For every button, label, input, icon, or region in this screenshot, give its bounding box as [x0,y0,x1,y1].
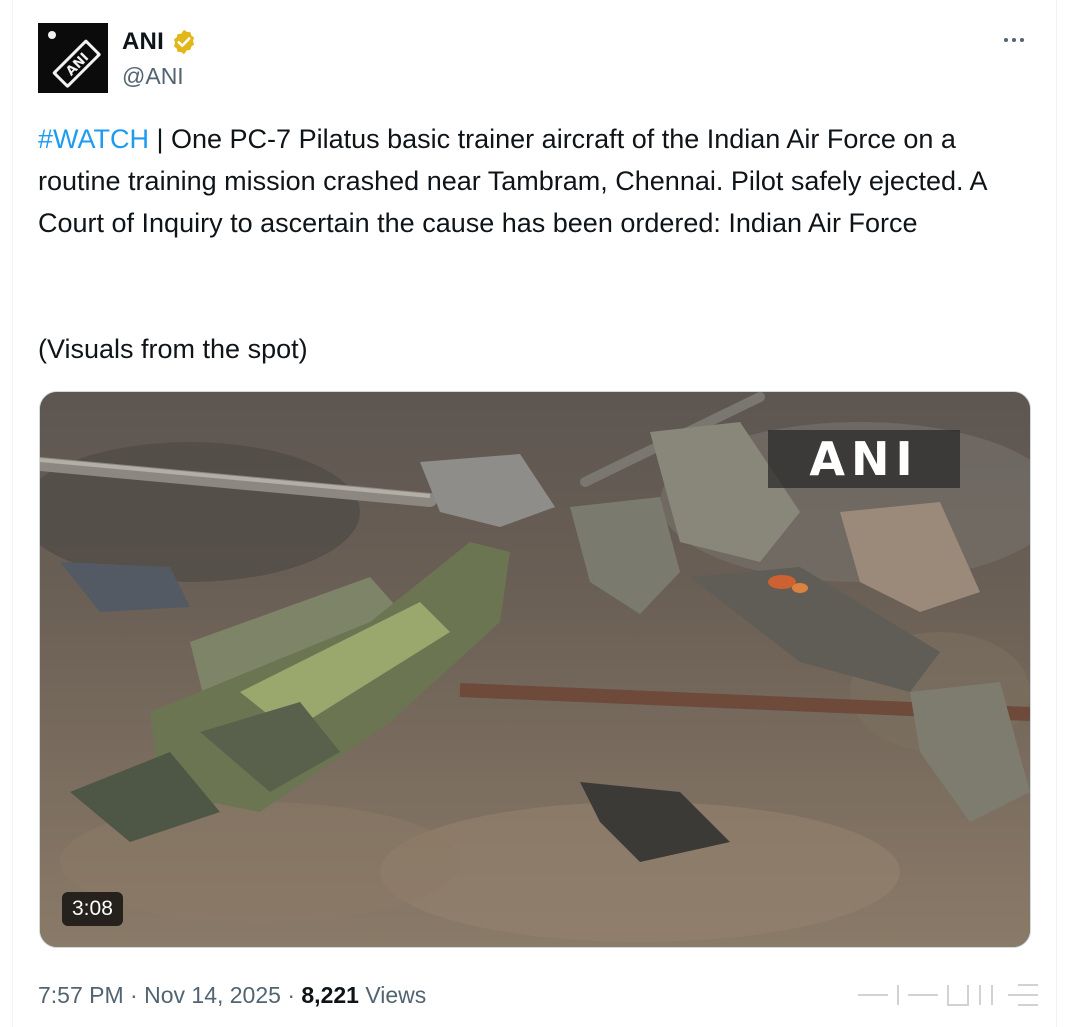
author-handle[interactable]: @ANI [122,63,184,90]
hashtag-link[interactable]: #WATCH [38,124,149,154]
meta-separator: · [287,982,295,1008]
tweet-body: | One PC-7 Pilatus basic trainer aircraf… [38,124,994,238]
author-name[interactable]: ANI [122,28,164,56]
tweet-text: #WATCH | One PC-7 Pilatus basic trainer … [38,118,1038,244]
views-label: Views [365,982,427,1008]
more-options-icon[interactable] [998,30,1030,50]
views-count: 8,221 [301,982,359,1008]
verified-badge-icon [173,29,194,55]
video-player[interactable]: ANI 3:08 [39,391,1031,948]
watermark-text: ANI [809,432,919,486]
video-duration-badge: 3:08 [62,892,123,926]
tweet-date[interactable]: Nov 14, 2025 [144,982,281,1008]
meta-separator: · [130,982,138,1008]
tweet-meta: 7:57 PM · Nov 14, 2025 · 8,221 Views [38,982,426,1009]
corner-watermark-graphic [858,984,1038,1006]
author-avatar[interactable]: ANI [38,23,108,93]
author-name-row: ANI [122,28,198,56]
tweet-visuals-note: (Visuals from the spot) [38,334,308,364]
video-watermark: ANI [768,430,960,488]
ani-logo: ANI [38,23,108,93]
tweet-time[interactable]: 7:57 PM [38,982,124,1008]
